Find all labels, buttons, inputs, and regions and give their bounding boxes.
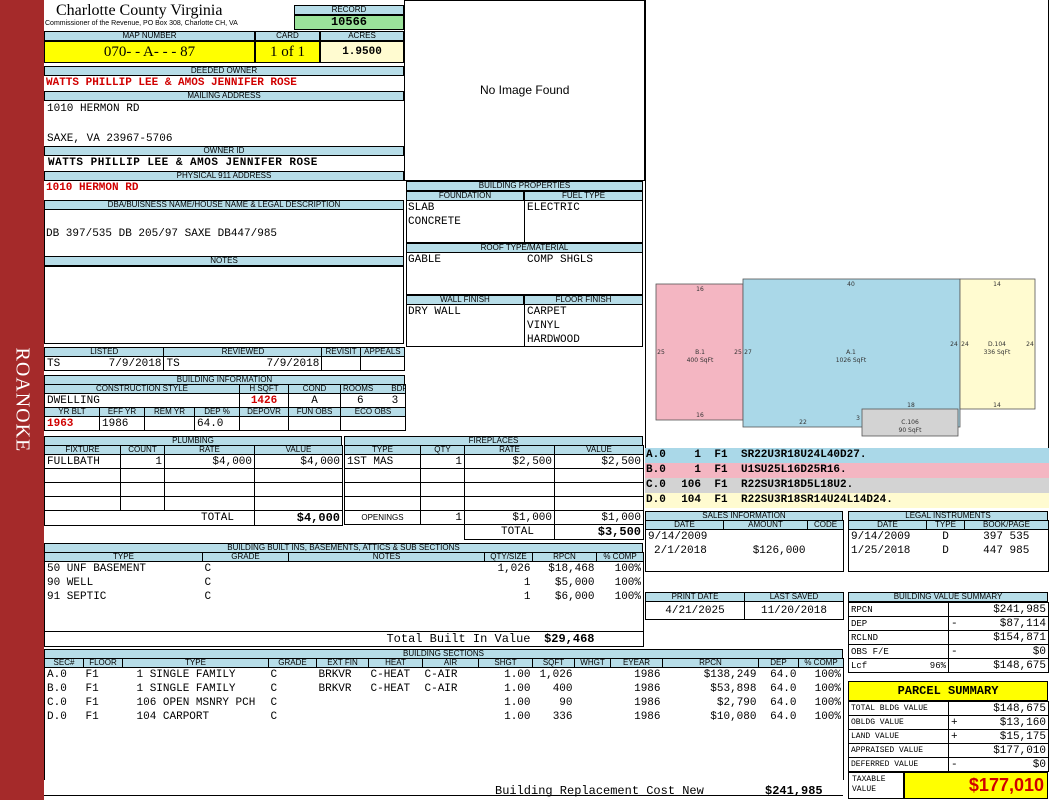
props-label: BUILDING PROPERTIES: [406, 181, 643, 191]
svg-text:A.1: A.1: [846, 349, 856, 356]
notes-label: NOTES: [44, 256, 404, 266]
svg-text:24: 24: [961, 341, 969, 348]
mailing-line1: 1010 HERMON RD: [47, 103, 140, 115]
svg-text:16: 16: [696, 412, 704, 419]
section-row: A.0 F1 1 SINGLE FAMILY C BRKVR C-HEAT C-AIR 1.0…: [44, 667, 844, 682]
floor-3: HARDWOOD: [527, 334, 580, 346]
parcel-table: TOTAL BLDG VALUE $148,675 OBLDG VALUE + $13,…: [848, 701, 1049, 772]
svg-text:336 SqFt: 336 SqFt: [984, 349, 1011, 356]
svg-text:24: 24: [950, 341, 958, 348]
section-row: C.0 F1 106 OPEN MSNRY PCH C 1.00 90 1986 $2,790…: [44, 695, 844, 710]
svg-text:3: 3: [856, 415, 860, 422]
dba-label: DBA/BUISNESS NAME/HOUSE NAME & LEGAL DES…: [44, 200, 404, 210]
section-row: B.0 F1 1 SINGLE FAMILY C BRKVR C-HEAT C-AIR 1.0…: [44, 681, 844, 696]
record-value: 10566: [294, 15, 404, 30]
sketch-code-row: C.0 106 F1 R22SU3R18D5L18U2.: [645, 478, 1049, 493]
bvs-row: RCLND $154,871: [848, 630, 1049, 645]
svg-text:1026 SqFt: 1026 SqFt: [836, 357, 867, 364]
svg-text:D.104: D.104: [988, 341, 1006, 348]
plumbing-row: FULLBATH 1 $4,000 $4,000: [44, 454, 343, 469]
svg-text:90 SqFt: 90 SqFt: [899, 427, 923, 434]
replacement-cost-value: $241,985: [765, 784, 823, 798]
sales-table: DATE AMOUNT CODE 9/14/2009 2/1/2018 $126,00…: [645, 520, 844, 572]
svg-text:40: 40: [847, 281, 855, 288]
bvs-row: OBS F/E - $0: [848, 644, 1049, 659]
builtin-row: 50 UNF BASEMENT C 1,026 $18,468 100%: [44, 561, 644, 576]
bvs-row: RPCN $241,985: [848, 602, 1049, 617]
parcel-row: LAND VALUE + $15,175: [848, 729, 1049, 744]
mailing-line2: SAXE, VA 23967-5706: [47, 133, 173, 145]
sketch-code-row: B.0 1 F1 U1SU25L16D25R16.: [645, 463, 1049, 478]
fuel-1: ELECTRIC: [527, 202, 580, 214]
fireplaces-table: TYPE QTY RATE VALUE 1ST MAS 1 $2,500 $2,500 OP…: [344, 445, 644, 540]
svg-text:22: 22: [799, 419, 807, 426]
foundation-2: CONCRETE: [408, 216, 461, 228]
floor-2: VINYL: [527, 320, 561, 332]
sketch-codes: A.0 1 F1 SR22U3R18U24L40D27. B.0 1 F1 U1SU25L16…: [645, 448, 1049, 508]
svg-text:C.106: C.106: [901, 419, 919, 426]
record-label: RECORD: [294, 5, 404, 15]
svg-text:25: 25: [734, 349, 742, 356]
county-subtitle: Commissioner of the Revenue, PO Box 308,…: [45, 20, 238, 27]
builtins-table: TYPE GRADE NOTES QTY/SIZE RPCN% COMP 50 UNF …: [44, 552, 644, 647]
deeded-owner-value: WATTS PHILLIP LEE & AMOS JENNIFER ROSE: [46, 77, 297, 89]
bvs-row: DEP - $87,114: [848, 616, 1049, 631]
section-row: D.0 F1 104 CARPORT C 1.00 336 1986 $10,080 64.0 1…: [44, 709, 844, 724]
taxable-value: $177,010: [904, 772, 1048, 799]
roof-1: GABLE: [408, 254, 442, 266]
svg-text:B.1: B.1: [695, 349, 705, 356]
review-table: LISTED REVIEWED REVISIT APPEALS TS 7/9/2018 T…: [43, 347, 406, 371]
map-number-value: 070- - A- - - 87: [44, 41, 255, 63]
bvs-label: BUILDING VALUE SUMMARY: [848, 592, 1048, 602]
svg-text:14: 14: [993, 281, 1001, 288]
taxable-label: TAXABLE VALUE: [852, 775, 886, 794]
notes-area: [44, 266, 404, 344]
map-number-label: MAP NUMBER: [44, 31, 255, 41]
physical-label: PHYSICAL 911 ADDRESS: [44, 171, 404, 181]
sections-table: SEC# FLOOR TYPE GRADE EXT FIN HEAT AIR SHGT SQFT…: [44, 658, 844, 780]
bvs-table: RPCN $241,985 DEP - $87,114 RCLND $154,871 OBS …: [848, 602, 1049, 673]
county-title: Charlotte County Virginia: [56, 2, 223, 19]
side-label: ROANOKE: [11, 347, 34, 453]
parcel-row: APPRAISED VALUE $177,010: [848, 743, 1049, 758]
legal-table: DATE TYPE BOOK/PAGE 9/14/2009 D 397 535 1/25…: [848, 520, 1049, 572]
photo-placeholder: No Image Found: [480, 83, 570, 97]
svg-text:27: 27: [744, 349, 752, 356]
card-value: 1 of 1: [255, 41, 320, 63]
roof-2: COMP SHGLS: [527, 254, 594, 266]
svg-text:18: 18: [907, 402, 915, 409]
builtin-row: 91 SEPTIC C 1 $6,000 100%: [44, 589, 644, 604]
replacement-cost-label: Building Replacement Cost New: [495, 784, 704, 798]
sketch-code-row: D.0 104 F1 R22SU3R18SR14U24L14D24.: [645, 493, 1049, 508]
svg-text:16: 16: [696, 286, 704, 293]
owner-id-label: OWNER ID: [44, 146, 404, 156]
plumbing-table: FIXTURE COUNT RATE VALUE FULLBATH 1 $4,000 $4,…: [44, 445, 343, 526]
mailing-label: MAILING ADDRESS: [44, 91, 404, 101]
parcel-row: DEFERRED VALUE - $0: [848, 757, 1049, 772]
print-table: PRINT DATE LAST SAVED 4/21/2025 11/20/2018: [645, 592, 844, 620]
wall-1: DRY WALL: [408, 306, 461, 318]
svg-text:400 SqFt: 400 SqFt: [687, 357, 714, 364]
building-sketch: 16 25 25 16 B.1 400 SqFt 40 27 24 22 18 …: [655, 278, 1036, 437]
acres-value: 1.9500: [320, 41, 404, 63]
parcel-row: OBLDG VALUE + $13,160: [848, 715, 1049, 730]
svg-text:24: 24: [1026, 341, 1034, 348]
floor-1: CARPET: [527, 306, 567, 318]
svg-text:14: 14: [993, 402, 1001, 409]
physical-value: 1010 HERMON RD: [46, 182, 139, 194]
foundation-1: SLAB: [408, 202, 435, 214]
building-info-table: CONSTRUCTION STYLEH SQFTCONDROOMSBDRMS D…: [43, 384, 407, 431]
bvs-row: Lcf 96% $148,675: [848, 658, 1049, 673]
parcel-summary-title: PARCEL SUMMARY: [848, 681, 1048, 701]
owner-id-value: WATTS PHILLIP LEE & AMOS JENNIFER ROSE: [48, 157, 318, 169]
acres-label: ACRES: [320, 31, 404, 41]
card-label: CARD: [255, 31, 320, 41]
sketch-code-row: A.0 1 F1 SR22U3R18U24L40D27.: [645, 448, 1049, 463]
svg-text:25: 25: [657, 349, 665, 356]
deeded-owner-label: DEEDED OWNER: [44, 66, 404, 76]
fireplace-row: 1ST MAS 1 $2,500 $2,500: [344, 454, 644, 469]
parcel-row: TOTAL BLDG VALUE $148,675: [848, 701, 1049, 716]
builtin-row: 90 WELL C 1 $5,000 100%: [44, 575, 644, 590]
